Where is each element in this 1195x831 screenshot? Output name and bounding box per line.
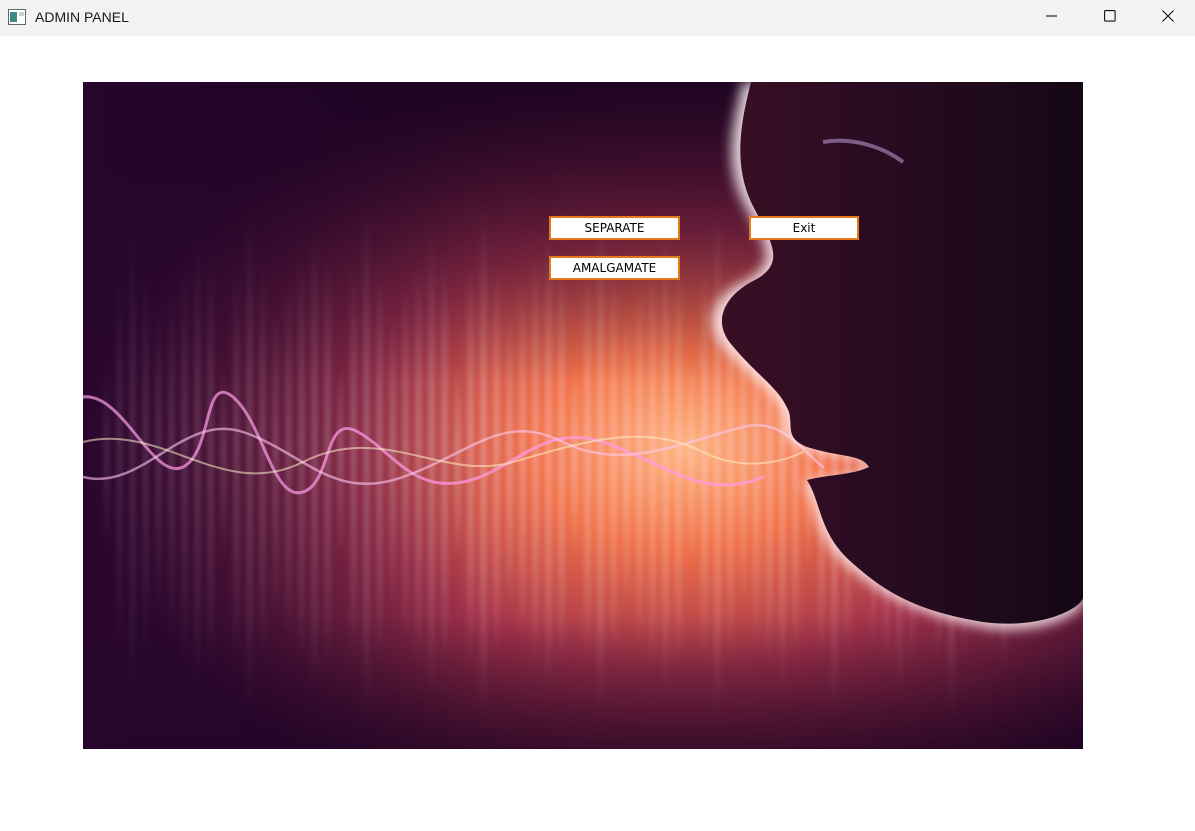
background-image-panel: SEPARATE AMALGAMATE Exit bbox=[83, 82, 1083, 749]
exit-button[interactable]: Exit bbox=[749, 216, 859, 240]
admin-panel-window: ADMIN PANEL SEPARATE AMALGAMATE Exit bbox=[0, 0, 1195, 831]
close-icon bbox=[1162, 9, 1174, 27]
close-button[interactable] bbox=[1139, 0, 1195, 36]
minimize-icon bbox=[1046, 9, 1058, 27]
window-title: ADMIN PANEL bbox=[35, 9, 129, 25]
title-bar[interactable]: ADMIN PANEL bbox=[0, 0, 1195, 36]
maximize-icon bbox=[1104, 9, 1116, 27]
voice-soundwave-image bbox=[83, 82, 1083, 749]
amalgamate-button[interactable]: AMALGAMATE bbox=[549, 256, 680, 280]
app-window-icon bbox=[8, 9, 26, 25]
minimize-button[interactable] bbox=[1023, 0, 1081, 36]
maximize-button[interactable] bbox=[1081, 0, 1139, 36]
separate-button[interactable]: SEPARATE bbox=[549, 216, 680, 240]
